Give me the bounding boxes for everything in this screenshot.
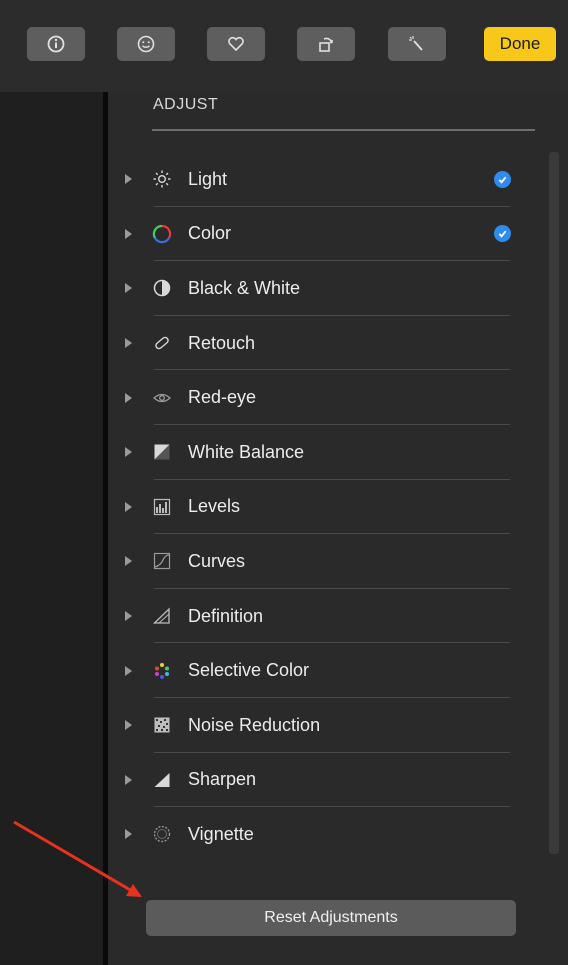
adjust-list: Light Color Black & White Retouch Red-ey…	[108, 152, 528, 862]
adjust-panel: ADJUST Light Color Black & White Retouch…	[108, 92, 568, 965]
adjust-item-red-eye[interactable]: Red-eye	[108, 370, 528, 425]
photo-canvas-area	[0, 92, 103, 965]
adjust-item-label: Red-eye	[188, 387, 257, 408]
selective-color-icon	[151, 660, 173, 682]
adjust-item-label: Curves	[188, 550, 246, 571]
noise-icon	[151, 714, 173, 736]
disclosure-triangle-icon[interactable]	[125, 720, 132, 731]
disclosure-triangle-icon[interactable]	[125, 174, 132, 185]
disclosure-triangle-icon[interactable]	[125, 338, 132, 349]
adjust-item-label: Levels	[188, 496, 241, 517]
disclosure-triangle-icon[interactable]	[125, 611, 132, 622]
disclosure-triangle-icon[interactable]	[125, 228, 132, 239]
panel-title: ADJUST	[153, 96, 219, 113]
disclosure-triangle-icon[interactable]	[125, 283, 132, 294]
magic-wand-icon	[409, 36, 423, 51]
adjust-item-label: Definition	[188, 605, 264, 626]
heart-icon	[228, 36, 244, 52]
toolbar: Done	[0, 0, 568, 92]
white-balance-icon	[151, 441, 173, 463]
reset-adjustments-button[interactable]: Reset Adjustments	[146, 900, 516, 936]
eye-icon	[151, 387, 173, 409]
adjust-item-label: Noise Reduction	[188, 714, 321, 735]
disclosure-triangle-icon[interactable]	[125, 556, 132, 567]
disclosure-triangle-icon[interactable]	[125, 829, 132, 840]
triangle-icon	[151, 605, 173, 627]
rotate-button[interactable]	[297, 27, 355, 61]
disclosure-triangle-icon[interactable]	[125, 501, 132, 512]
sharpen-icon	[151, 769, 173, 791]
disclosure-triangle-icon[interactable]	[125, 665, 132, 676]
done-button[interactable]: Done	[484, 27, 556, 61]
adjust-item-vignette[interactable]: Vignette	[108, 807, 528, 862]
enhance-button[interactable]	[388, 27, 446, 61]
adjust-item-label: Selective Color	[188, 660, 310, 681]
vignette-icon	[151, 823, 173, 845]
filters-button[interactable]	[117, 27, 175, 61]
title-divider	[152, 129, 535, 131]
disclosure-triangle-icon[interactable]	[125, 774, 132, 785]
info-icon	[47, 35, 65, 53]
adjust-item-noise-reduction[interactable]: Noise Reduction	[108, 698, 528, 753]
info-button[interactable]	[27, 27, 85, 61]
adjust-item-definition[interactable]: Definition	[108, 589, 528, 644]
bandage-icon	[151, 332, 173, 354]
adjust-item-color[interactable]: Color	[108, 207, 528, 262]
adjust-item-label: Sharpen	[188, 769, 257, 790]
disclosure-triangle-icon[interactable]	[125, 392, 132, 403]
favorite-button[interactable]	[207, 27, 265, 61]
adjust-item-label: White Balance	[188, 441, 305, 462]
adjust-item-curves[interactable]: Curves	[108, 534, 528, 589]
adjust-item-levels[interactable]: Levels	[108, 480, 528, 535]
scrollbar[interactable]	[549, 152, 559, 854]
adjust-item-label: Vignette	[188, 823, 254, 844]
adjust-item-retouch[interactable]: Retouch	[108, 316, 528, 371]
curves-icon	[151, 550, 173, 572]
rotate-icon	[319, 37, 333, 52]
levels-icon	[151, 496, 173, 518]
adjust-item-label: Black & White	[188, 277, 301, 298]
color-circle-icon	[151, 223, 173, 245]
adjust-item-selective-color[interactable]: Selective Color	[108, 643, 528, 698]
adjust-item-label: Retouch	[188, 332, 256, 353]
smiley-icon	[137, 35, 155, 53]
adjust-item-label: Color	[188, 223, 232, 244]
disclosure-triangle-icon[interactable]	[125, 447, 132, 458]
adjust-item-light[interactable]: Light	[108, 152, 528, 207]
sun-icon	[151, 168, 173, 190]
adjust-item-black-white[interactable]: Black & White	[108, 261, 528, 316]
adjust-item-sharpen[interactable]: Sharpen	[108, 753, 528, 808]
adjust-item-white-balance[interactable]: White Balance	[108, 425, 528, 480]
checkmark-icon[interactable]	[494, 170, 511, 188]
checkmark-icon[interactable]	[494, 225, 511, 243]
adjust-item-label: Light	[188, 168, 228, 189]
half-circle-icon	[151, 277, 173, 299]
